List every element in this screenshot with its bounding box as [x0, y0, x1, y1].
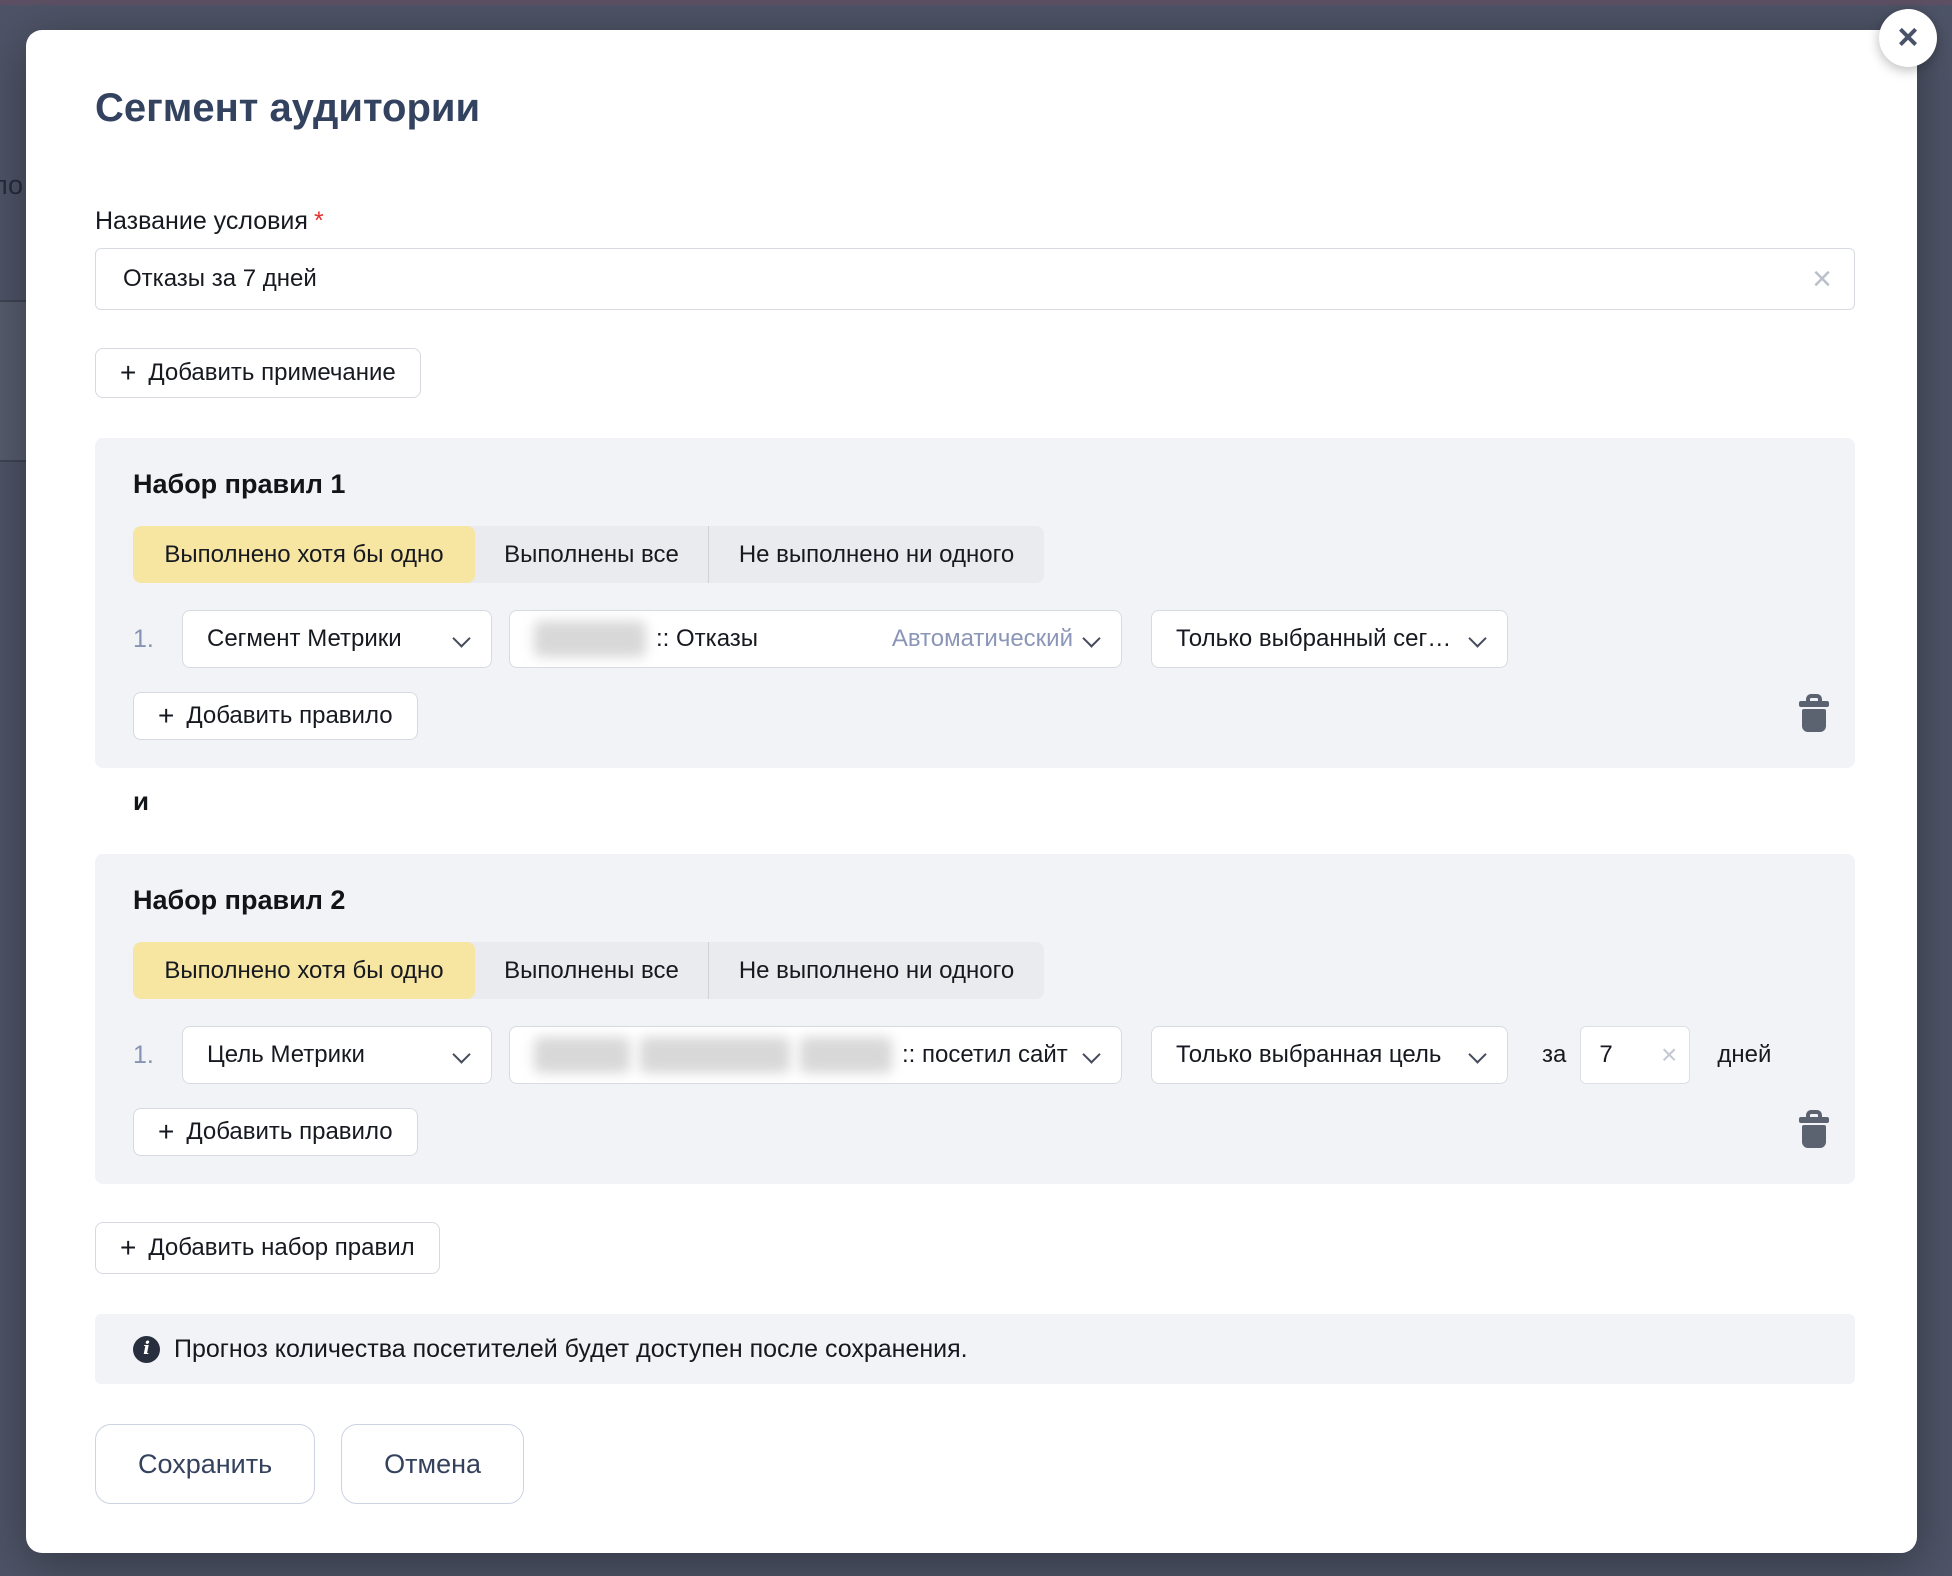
match-option-all[interactable]: Выполнены все: [475, 942, 708, 999]
dialog-title: Сегмент аудитории: [95, 84, 1855, 132]
and-connector: и: [133, 788, 1855, 814]
add-rule-button[interactable]: + Добавить правило: [133, 692, 418, 740]
match-option-any[interactable]: Выполнено хотя бы одно: [133, 526, 475, 583]
rule-type-select[interactable]: Цель Метрики: [182, 1026, 492, 1084]
rule-type-select[interactable]: Сегмент Метрики: [182, 610, 492, 668]
background-header-strip: [0, 0, 1952, 5]
condition-name-field[interactable]: ×: [95, 248, 1855, 310]
rule-scope-select[interactable]: Только выбранный сег…: [1151, 610, 1508, 668]
add-note-button[interactable]: + Добавить примечание: [95, 348, 421, 398]
chevron-down-icon: [453, 1047, 471, 1063]
period-prefix-label: за: [1542, 1041, 1566, 1069]
condition-name-label: Название условия*: [95, 206, 1855, 236]
match-option-any[interactable]: Выполнено хотя бы одно: [133, 942, 475, 999]
match-option-all[interactable]: Выполнены все: [475, 526, 708, 583]
condition-name-input[interactable]: [123, 265, 1812, 293]
add-rule-set-button[interactable]: + Добавить набор правил: [95, 1222, 440, 1274]
chevron-down-icon: [1083, 631, 1101, 647]
match-option-none[interactable]: Не выполнено ни одного: [708, 526, 1044, 583]
rule-value-select[interactable]: :: посетил сайт: [509, 1026, 1122, 1084]
background-divider: [0, 300, 26, 302]
redacted-goal-name: [534, 1037, 630, 1073]
delete-rule-set-button[interactable]: [1799, 694, 1829, 732]
redacted-segment-name: [534, 621, 646, 657]
cancel-button[interactable]: Отмена: [341, 1424, 524, 1504]
redacted-goal-name: [640, 1037, 790, 1073]
info-icon: i: [133, 1336, 160, 1363]
period-days-field[interactable]: ×: [1580, 1026, 1690, 1084]
required-asterisk: *: [314, 207, 324, 235]
add-rule-button[interactable]: + Добавить правило: [133, 1108, 418, 1156]
background-clipped-text: ло: [0, 170, 26, 201]
chevron-down-icon: [1083, 1047, 1101, 1063]
period-days-input[interactable]: [1599, 1041, 1639, 1069]
close-button[interactable]: ×: [1879, 9, 1937, 67]
rule-set-2-title: Набор правил 2: [133, 884, 1817, 916]
plus-icon: +: [158, 702, 174, 730]
match-option-none[interactable]: Не выполнено ни одного: [708, 942, 1044, 999]
plus-icon: +: [120, 1234, 136, 1262]
segment-mode-label: Автоматический: [892, 625, 1073, 653]
delete-rule-set-button[interactable]: [1799, 1110, 1829, 1148]
forecast-info-bar: i Прогноз количества посетителей будет д…: [95, 1314, 1855, 1384]
rule-set-2: Набор правил 2 Выполнено хотя бы одно Вы…: [95, 854, 1855, 1184]
plus-icon: +: [158, 1118, 174, 1146]
rule-row: 1. Сегмент Метрики :: Отказы Автоматичес…: [133, 610, 1817, 668]
rule-number: 1.: [133, 625, 169, 654]
save-button[interactable]: Сохранить: [95, 1424, 315, 1504]
dialog-actions: Сохранить Отмена: [95, 1424, 1855, 1504]
period-unit-label: дней: [1717, 1041, 1771, 1069]
clear-input-icon[interactable]: ×: [1661, 1041, 1677, 1069]
forecast-info-text: Прогноз количества посетителей будет дос…: [174, 1335, 968, 1364]
rule-set-2-match-toggle: Выполнено хотя бы одно Выполнены все Не …: [133, 942, 1044, 999]
redacted-goal-name: [800, 1037, 892, 1073]
rule-set-1: Набор правил 1 Выполнено хотя бы одно Вы…: [95, 438, 1855, 768]
chevron-down-icon: [1469, 631, 1487, 647]
close-icon: ×: [1897, 19, 1918, 55]
chevron-down-icon: [1469, 1047, 1487, 1063]
rule-set-1-match-toggle: Выполнено хотя бы одно Выполнены все Не …: [133, 526, 1044, 583]
plus-icon: +: [120, 359, 136, 387]
background-highlight: [0, 302, 26, 460]
rule-set-1-title: Набор правил 1: [133, 468, 1817, 500]
audience-segment-dialog: × Сегмент аудитории Название условия* × …: [26, 30, 1917, 1553]
rule-scope-select[interactable]: Только выбранная цель: [1151, 1026, 1508, 1084]
rule-number: 1.: [133, 1041, 169, 1070]
rule-value-select[interactable]: :: Отказы Автоматический: [509, 610, 1122, 668]
clear-input-icon[interactable]: ×: [1812, 262, 1832, 296]
rule-row: 1. Цель Метрики :: посетил сайт Только в…: [133, 1026, 1817, 1084]
background-divider: [0, 460, 26, 462]
chevron-down-icon: [453, 631, 471, 647]
